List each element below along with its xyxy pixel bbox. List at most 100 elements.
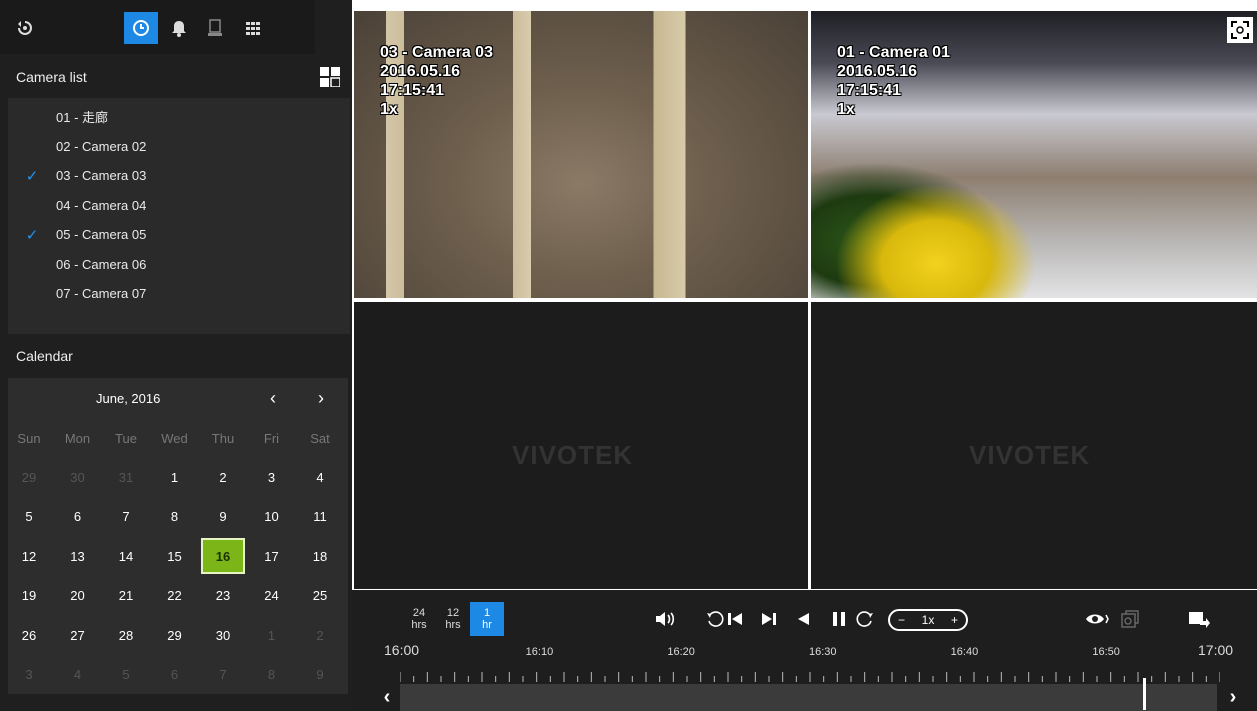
calendar-day[interactable]: 10: [248, 503, 296, 531]
grid-icon[interactable]: [236, 12, 270, 44]
calendar-day[interactable]: 20: [54, 582, 102, 610]
top-toolbar: [0, 0, 315, 54]
calendar-day[interactable]: 27: [54, 621, 102, 649]
camera-view-03[interactable]: 03 - Camera 03 2016.05.16 17:15:41 1x: [354, 11, 808, 298]
calendar-day[interactable]: 28: [102, 621, 150, 649]
range-value: 1: [483, 607, 491, 619]
calendar-day[interactable]: 18: [296, 542, 344, 570]
osd-date: 2016.05.16: [837, 63, 918, 80]
reverse-play-icon[interactable]: [792, 606, 814, 632]
camera-list-header: Camera list: [0, 55, 352, 99]
osd-speed: 1x: [837, 101, 855, 118]
skip-end-icon[interactable]: [758, 606, 780, 632]
forward-15s-icon[interactable]: [854, 606, 876, 632]
snapshot-icon[interactable]: [1118, 606, 1142, 632]
timeline-tick-label: 16:40: [950, 646, 979, 658]
camera-list-item[interactable]: 06 - Camera 06: [8, 250, 350, 279]
range-12hrs-button[interactable]: 12 hrs: [436, 602, 470, 636]
speed-control[interactable]: − 1x +: [888, 609, 968, 631]
range-1hr-button[interactable]: 1 hr: [470, 602, 504, 636]
camera-list-item[interactable]: ✓ 03 - Camera 03: [8, 161, 350, 190]
calendar-day[interactable]: 15: [151, 542, 199, 570]
calendar-day[interactable]: 25: [296, 582, 344, 610]
camera-list-item[interactable]: ✓ 05 - Camera 05: [8, 220, 350, 249]
server-icon[interactable]: [198, 12, 232, 44]
calendar-day[interactable]: 13: [54, 542, 102, 570]
camera-label: 02 - Camera 02: [56, 138, 147, 154]
camera-list-item[interactable]: 02 - Camera 02: [8, 132, 350, 161]
calendar-day[interactable]: 12: [5, 542, 53, 570]
osd-time: 17:15:41: [380, 82, 445, 99]
clock-icon[interactable]: [124, 12, 158, 44]
camera-list-item[interactable]: 07 - Camera 07: [8, 279, 350, 308]
camera-list-title: Camera list: [16, 69, 87, 85]
calendar-day[interactable]: 14: [102, 542, 150, 570]
speed-value: 1x: [921, 613, 935, 627]
osd-camera-name: 03 - Camera 03: [380, 44, 493, 61]
logout-icon[interactable]: [8, 12, 42, 44]
osd-time: 17:15:41: [837, 82, 902, 99]
fullscreen-icon[interactable]: [1227, 17, 1253, 43]
calendar-day: 29: [21, 469, 37, 485]
calendar-day[interactable]: 9: [199, 503, 247, 531]
osd-speed: 1x: [380, 101, 398, 118]
calendar-day[interactable]: 29: [151, 621, 199, 649]
range-24hrs-button[interactable]: 24 hrs: [402, 602, 436, 636]
camera-label: 06 - Camera 06: [56, 256, 147, 272]
camera-label: 03 - Camera 03: [56, 168, 147, 183]
calendar-day[interactable]: 22: [151, 582, 199, 610]
empty-view-3[interactable]: VIVOTEK: [354, 302, 808, 589]
calendar-day[interactable]: 1: [151, 463, 199, 491]
calendar-day[interactable]: 30: [199, 621, 247, 649]
timeline-back-arrow[interactable]: ‹: [372, 684, 402, 711]
calendar-day[interactable]: 19: [5, 582, 53, 610]
range-unit: hrs: [445, 619, 461, 631]
next-month-button[interactable]: ›: [318, 388, 324, 409]
timeline-tick-label: 17:00: [1198, 642, 1234, 658]
calendar-day[interactable]: 17: [248, 542, 296, 570]
calendar-day[interactable]: 11: [296, 503, 344, 531]
camera-view-01[interactable]: 01 - Camera 01 2016.05.16 17:15:41 1x: [811, 11, 1257, 298]
calendar-day: 3: [25, 667, 33, 682]
selected-day[interactable]: 16: [201, 538, 245, 574]
speed-increase-button[interactable]: +: [951, 613, 958, 627]
check-icon: ✓: [25, 226, 39, 244]
export-icon[interactable]: [1186, 606, 1212, 632]
calendar-day: 2: [316, 627, 324, 643]
empty-view-4[interactable]: VIVOTEK: [811, 302, 1257, 589]
camera-label: 05 - Camera 05: [56, 227, 147, 242]
layout-icon[interactable]: [320, 67, 341, 90]
bell-icon[interactable]: [162, 12, 196, 44]
eye-icon[interactable]: [1084, 606, 1110, 632]
calendar-day[interactable]: 6: [54, 503, 102, 531]
timeline-track[interactable]: [400, 684, 1217, 711]
timeline-tick-label: 16:50: [1092, 646, 1120, 658]
calendar-day[interactable]: 23: [199, 582, 247, 610]
calendar-day: 30: [70, 469, 85, 485]
speed-decrease-button[interactable]: −: [898, 613, 905, 627]
volume-icon[interactable]: [652, 606, 678, 632]
camera-label: 04 - Camera 04: [56, 197, 147, 213]
calendar-day[interactable]: 24: [248, 582, 296, 610]
calendar-day[interactable]: 8: [151, 503, 199, 531]
prev-month-button[interactable]: ‹: [270, 388, 276, 409]
calendar-day[interactable]: 26: [5, 621, 53, 649]
calendar-day[interactable]: 21: [102, 582, 150, 610]
camera-osd: 03 - Camera 03 2016.05.16 17:15:41 1x: [380, 43, 493, 119]
calendar-day[interactable]: 7: [102, 503, 150, 531]
calendar-day[interactable]: 4: [296, 463, 344, 491]
calendar-day[interactable]: 5: [5, 503, 53, 531]
pause-icon[interactable]: [828, 606, 850, 632]
camera-list-item[interactable]: 01 - 走廊: [8, 102, 350, 131]
calendar-day[interactable]: 3: [248, 463, 296, 491]
timeline-cursor[interactable]: [1143, 678, 1147, 710]
osd-camera-name: 01 - Camera 01: [837, 44, 950, 61]
calendar-day[interactable]: 2: [199, 463, 247, 491]
camera-list-item[interactable]: 04 - Camera 04: [8, 191, 350, 220]
weekday-label: Thu: [211, 430, 235, 446]
skip-start-icon[interactable]: [724, 606, 746, 632]
calendar-title: Calendar: [16, 348, 73, 364]
timeline-forward-arrow[interactable]: ›: [1218, 684, 1248, 711]
calendar-day: 9: [316, 667, 324, 682]
replay-15s-icon[interactable]: [704, 606, 726, 632]
